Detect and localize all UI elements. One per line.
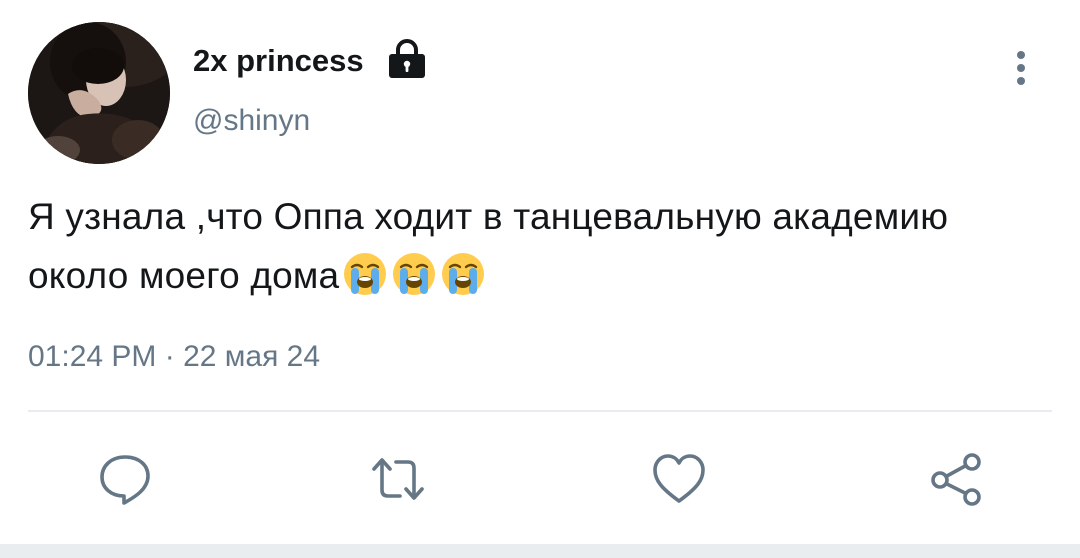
share-button[interactable]: [928, 452, 984, 506]
like-button[interactable]: [651, 452, 707, 506]
more-vertical-icon[interactable]: [1006, 46, 1036, 94]
avatar-image: [28, 22, 170, 164]
retweet-button[interactable]: [370, 452, 426, 506]
comment-icon: [100, 455, 150, 505]
divider: [28, 410, 1052, 412]
lock-icon: [387, 38, 427, 80]
timestamp[interactable]: 01:24 PM · 22 мая 24: [28, 337, 320, 377]
reply-button[interactable]: [97, 452, 153, 506]
display-name[interactable]: 2x princess: [193, 40, 364, 82]
handle[interactable]: @shinyn: [193, 101, 310, 141]
share-icon: [931, 453, 981, 506]
bottom-bar: [0, 544, 1080, 558]
heart-icon: [653, 454, 705, 503]
retweet-icon: [372, 458, 424, 500]
tweet-text-content: Я узнала ,что Оппа ходит в танцевальную …: [28, 196, 949, 296]
crying-face-emoji: [440, 251, 486, 297]
crying-face-emoji: [391, 251, 437, 297]
avatar[interactable]: [28, 22, 170, 164]
crying-face-emoji: [342, 251, 388, 297]
tweet-text: Я узнала ,что Оппа ходит в танцевальную …: [28, 187, 1038, 305]
